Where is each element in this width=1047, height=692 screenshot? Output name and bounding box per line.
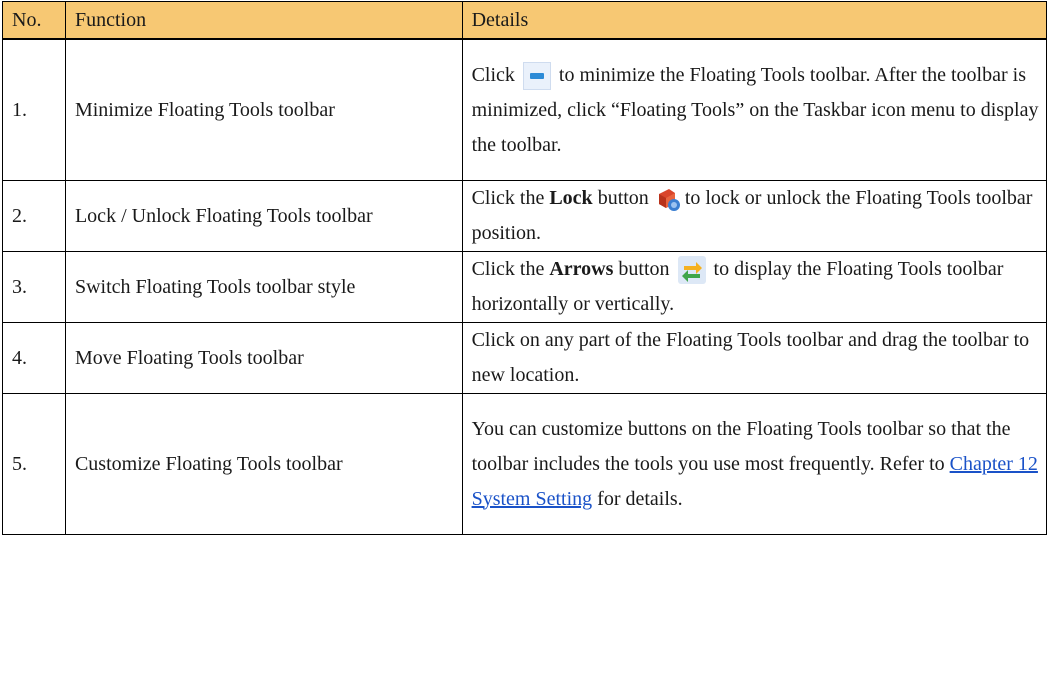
table-row: 5. Customize Floating Tools toolbar You … bbox=[2, 393, 1047, 535]
row-details: Click the Lock button to lock or unlock t… bbox=[461, 180, 1047, 252]
row-details: Click the Arrows button to display the Fl… bbox=[461, 251, 1047, 323]
table-row: 1. Minimize Floating Tools toolbar Click… bbox=[2, 38, 1047, 181]
row-number: 5. bbox=[2, 393, 66, 535]
details-text: button bbox=[618, 258, 670, 280]
function-table: No. Function Details 1. Minimize Floatin… bbox=[2, 1, 1047, 535]
row-number: 2. bbox=[2, 180, 66, 252]
header-no: No. bbox=[2, 1, 66, 40]
row-function: Customize Floating Tools toolbar bbox=[64, 393, 463, 535]
row-function: Switch Floating Tools toolbar style bbox=[64, 251, 463, 323]
lock-icon bbox=[655, 186, 681, 212]
header-details: Details bbox=[461, 1, 1047, 40]
table-row: 2. Lock / Unlock Floating Tools toolbar … bbox=[2, 180, 1047, 252]
row-number: 1. bbox=[2, 38, 66, 181]
details-text: You can customize buttons on the Floatin… bbox=[471, 417, 1011, 475]
details-text: for details. bbox=[597, 487, 683, 510]
details-text: Click bbox=[471, 63, 515, 86]
table-header-row: No. Function Details bbox=[2, 1, 1047, 40]
row-details: Click to minimize the Floating Tools tool… bbox=[461, 38, 1047, 181]
arrows-keyword: Arrows bbox=[549, 258, 614, 280]
table-row: 4. Move Floating Tools toolbar Click on … bbox=[2, 322, 1047, 394]
details-text: button bbox=[597, 187, 649, 209]
arrows-icon bbox=[677, 256, 706, 285]
minimize-icon bbox=[522, 61, 551, 90]
row-details: You can customize buttons on the Floatin… bbox=[461, 393, 1047, 535]
details-text: to minimize the Floating Tools toolbar. … bbox=[471, 63, 1039, 156]
row-number: 3. bbox=[2, 251, 66, 323]
lock-keyword: Lock bbox=[549, 187, 593, 209]
row-function: Lock / Unlock Floating Tools toolbar bbox=[64, 180, 463, 252]
row-function: Minimize Floating Tools toolbar bbox=[64, 38, 463, 181]
row-function: Move Floating Tools toolbar bbox=[64, 322, 463, 394]
row-number: 4. bbox=[2, 322, 66, 394]
header-function: Function bbox=[64, 1, 463, 40]
row-details: Click on any part of the Floating Tools … bbox=[461, 322, 1047, 394]
details-text: Click the bbox=[471, 258, 545, 280]
table-row: 3. Switch Floating Tools toolbar style C… bbox=[2, 251, 1047, 323]
details-text: Click the bbox=[471, 187, 545, 209]
